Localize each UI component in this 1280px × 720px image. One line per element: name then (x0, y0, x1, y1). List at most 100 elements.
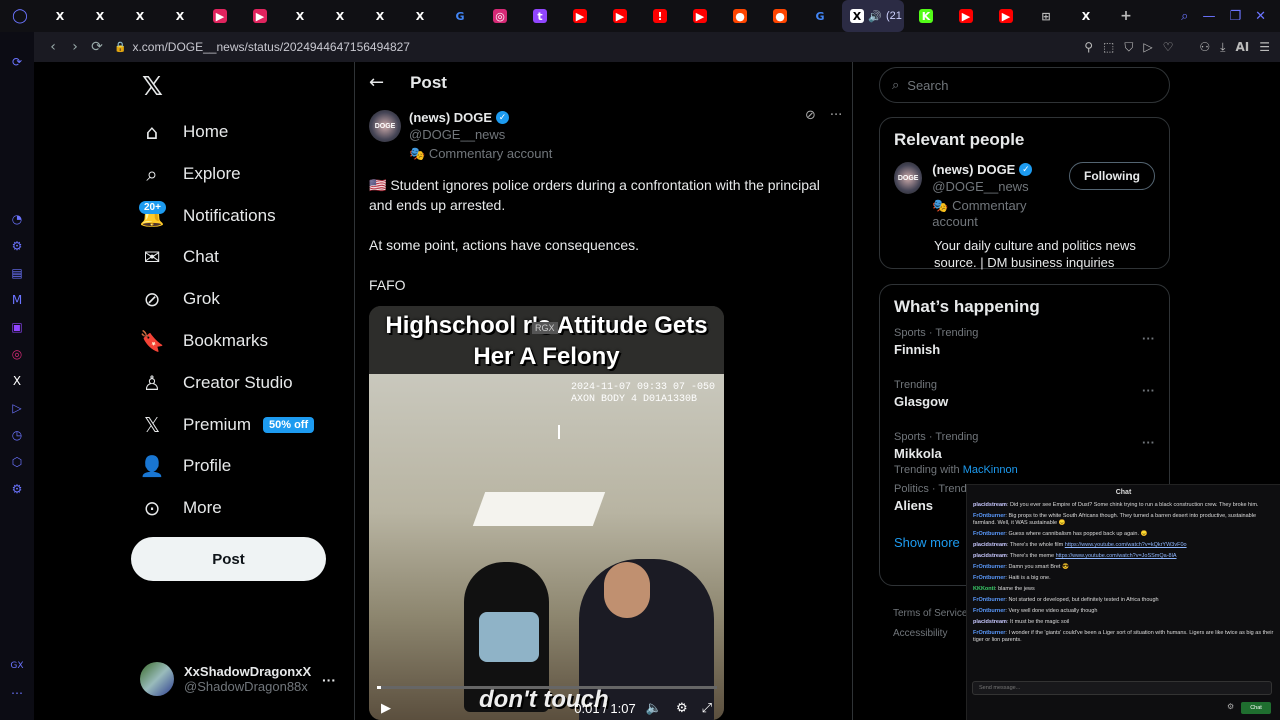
post-author[interactable]: DOGE (news) DOGE ✓ @DOGE__news 🎭 Comment… (369, 110, 552, 162)
sidebar-instagram-icon[interactable]: ◎ (0, 340, 34, 367)
browser-tab[interactable]: ● (720, 0, 760, 32)
browser-tab[interactable]: X (400, 0, 440, 32)
sidebar-twitch-icon[interactable]: ▣ (0, 313, 34, 340)
minimize-icon[interactable]: — (1202, 9, 1215, 24)
chat-username[interactable]: placidstream (973, 553, 1007, 559)
browser-tab[interactable]: X (40, 0, 80, 32)
play-icon[interactable]: ▶ (381, 701, 391, 716)
nav-item-grok[interactable]: ⊘ Grok (139, 279, 220, 319)
account-more-icon[interactable]: ··· (322, 672, 336, 688)
trend-more-icon[interactable]: ··· (1142, 331, 1155, 346)
download-icon[interactable]: ⤓ (1220, 40, 1225, 55)
browser-tab[interactable]: t (520, 0, 560, 32)
chat-username[interactable]: placidstream (973, 542, 1007, 548)
footer-terms[interactable]: Terms of Service (893, 608, 967, 619)
sidebar-more-icon[interactable]: ⋯ (0, 679, 34, 706)
video-player[interactable]: Highschool r's Attitude Gets Her A Felon… (369, 306, 724, 720)
browser-tab[interactable]: X (280, 0, 320, 32)
browser-tab[interactable]: X (1066, 0, 1106, 32)
close-icon[interactable]: ✕ (1255, 9, 1266, 24)
nav-item-explore[interactable]: ⌕ Explore (139, 154, 240, 194)
following-button[interactable]: Following (1069, 162, 1155, 190)
fullscreen-icon[interactable]: ⤢ (702, 701, 712, 716)
nav-item-more[interactable]: ⊙ More (139, 488, 222, 528)
send-icon[interactable]: ▷ (1143, 40, 1152, 55)
chat-link[interactable]: https://www.youtube.com/watch?v=kQkrYW3v… (1065, 542, 1187, 548)
ai-button[interactable]: AI (1235, 40, 1249, 55)
browser-tab[interactable]: ● (760, 0, 800, 32)
chat-settings-icon[interactable]: ⚙ (1227, 702, 1234, 711)
chat-username[interactable]: FrOntburner (973, 630, 1005, 636)
nav-item-premium[interactable]: 𝕏 Premium 50% off (139, 405, 315, 445)
chat-link[interactable]: https://www.youtube.com/watch?v=JoSSmQa-… (1056, 553, 1177, 559)
chat-username[interactable]: placidstream (973, 502, 1007, 508)
sidebar-x-icon[interactable]: X (0, 367, 34, 394)
sidebar-ai-icon[interactable]: ⚙ (0, 232, 34, 259)
heart-icon[interactable]: ♡ (1163, 40, 1174, 55)
sidebar-history-icon[interactable]: ◷ (0, 421, 34, 448)
settings-icon[interactable]: ⚙ (676, 701, 688, 716)
browser-tab[interactable]: G (800, 0, 840, 32)
chat-username[interactable]: FrOntburner (973, 531, 1005, 537)
author-handle[interactable]: @DOGE__news (409, 127, 552, 142)
sidebar-gx-icon[interactable]: GX (0, 652, 34, 679)
chat-username[interactable]: placidstream (973, 619, 1007, 625)
author-name[interactable]: (news) DOGE (409, 110, 492, 125)
browser-tab[interactable]: ▶ (986, 0, 1026, 32)
chat-username[interactable]: FrOntburner (973, 597, 1005, 603)
sidebar-speed-icon[interactable]: ◔ (0, 205, 34, 232)
browser-tab[interactable]: ! (640, 0, 680, 32)
menu-icon[interactable]: ☰ (1259, 40, 1270, 55)
browser-tab[interactable]: K (906, 0, 946, 32)
search-tabs-icon[interactable]: ⌕ (1181, 9, 1188, 24)
search-input[interactable]: ⌕ Search (879, 67, 1170, 103)
account-switcher[interactable]: XxShadowDragonxX @ShadowDragon88x (140, 662, 311, 696)
trend-more-icon[interactable]: ··· (1142, 435, 1155, 450)
url-field[interactable]: 🔒 x.com/DOGE__news/status/20249446471564… (114, 40, 410, 54)
trend-item[interactable]: Sports · Trending Finnish ··· (880, 321, 1169, 373)
browser-menu-icon[interactable]: ◯ (0, 0, 40, 32)
footer-accessibility[interactable]: Accessibility (893, 628, 947, 639)
browser-tab[interactable]: ▶ (560, 0, 600, 32)
reload-icon[interactable]: ⟳ (0, 48, 34, 75)
chat-username[interactable]: FrOntburner (973, 608, 1005, 614)
nav-item-creator-studio[interactable]: ♙ Creator Studio (139, 363, 293, 403)
nav-item-chat[interactable]: ✉ Chat (139, 237, 219, 277)
sidebar-mail-icon[interactable]: M (0, 286, 34, 313)
nav-item-home[interactable]: ⌂ Home (139, 112, 229, 152)
browser-tab[interactable]: X (120, 0, 160, 32)
nav-item-profile[interactable]: 👤 Profile (139, 446, 232, 486)
trend-with-link[interactable]: MacKinnon (963, 464, 1018, 476)
relevant-avatar[interactable]: DOGE (894, 162, 923, 194)
maximize-icon[interactable]: ❐ (1229, 9, 1241, 24)
sidebar-player-icon[interactable]: ▷ (0, 394, 34, 421)
browser-tab[interactable]: ▶ (600, 0, 640, 32)
nav-item-bookmarks[interactable]: 🔖 Bookmarks (139, 321, 268, 361)
sidebar-extensions-icon[interactable]: ⬡ (0, 448, 34, 475)
browser-tab[interactable]: ▶ (946, 0, 986, 32)
post-button[interactable]: Post (131, 537, 326, 581)
chat-send-button[interactable]: Chat (1241, 702, 1271, 714)
video-progress[interactable] (377, 686, 717, 689)
browser-tab[interactable]: X (360, 0, 400, 32)
sidebar-settings-icon[interactable]: ⚙ (0, 475, 34, 502)
browser-tab[interactable]: X (80, 0, 120, 32)
x-home-logo-icon[interactable]: 𝕏 (142, 72, 163, 102)
back-icon[interactable]: ‹ (42, 39, 64, 55)
chat-username[interactable]: FrOntburner (973, 575, 1005, 581)
browser-tab[interactable]: X (320, 0, 360, 32)
trend-item[interactable]: Trending Glasgow ··· (880, 373, 1169, 425)
browser-tab[interactable]: ▶ (200, 0, 240, 32)
volume-icon[interactable]: 🔈 (646, 701, 662, 716)
shield-icon[interactable]: ⛉ (1124, 40, 1133, 55)
relevant-name[interactable]: (news) DOGE (932, 162, 1015, 177)
trend-item[interactable]: Sports · Trending Mikkola Trending with Ma… (880, 425, 1169, 477)
chat-username[interactable]: KKKonti (973, 586, 995, 592)
pin-icon[interactable]: ⚲ (1084, 40, 1093, 55)
snapshot-icon[interactable]: ⬚ (1103, 40, 1114, 55)
trend-more-icon[interactable]: ··· (1142, 383, 1155, 398)
chat-username[interactable]: FrOntburner (973, 513, 1005, 519)
nav-item-notifications[interactable]: 🔔 20+ Notifications (139, 196, 276, 236)
forward-icon[interactable]: › (64, 39, 86, 55)
post-more-icon[interactable]: ··· (830, 108, 842, 123)
